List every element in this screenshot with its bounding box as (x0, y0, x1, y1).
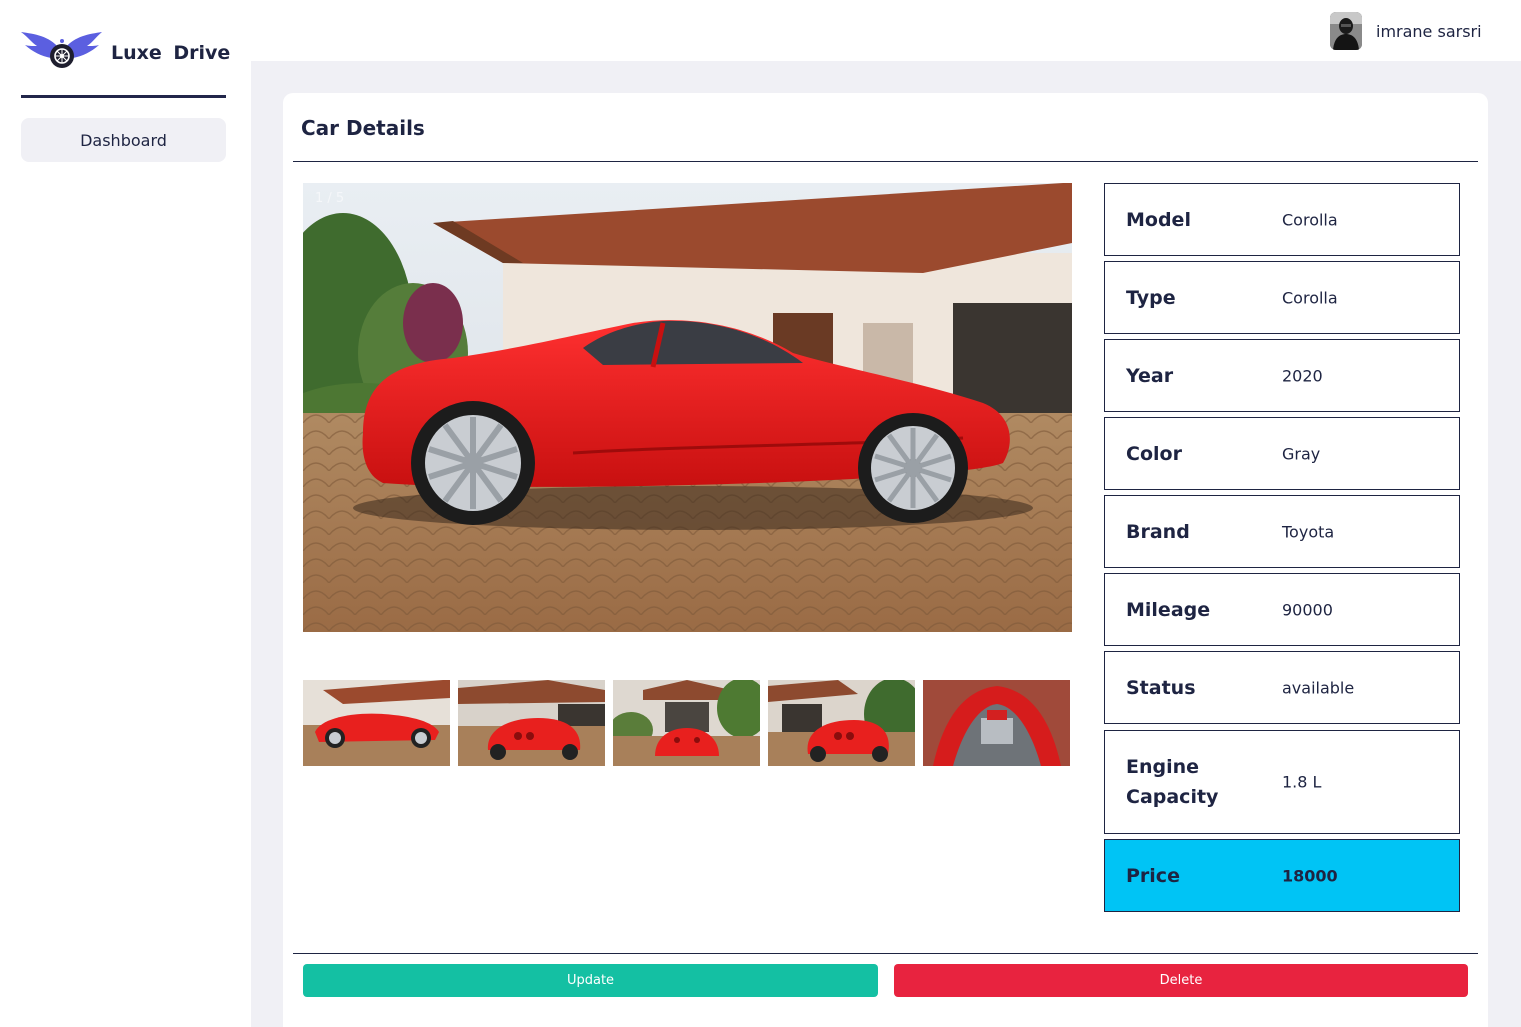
delete-button[interactable]: Delete (894, 964, 1468, 997)
detail-row-year: Year 2020 (1104, 339, 1460, 412)
thumbnail-rear-view[interactable] (613, 680, 760, 766)
thumbnail-image (923, 680, 1070, 766)
thumbnail-image (303, 680, 450, 766)
detail-value: 18000 (1282, 866, 1338, 885)
brand-name: Luxe Drive (111, 42, 231, 64)
detail-value: Gray (1282, 444, 1321, 463)
main-car-image[interactable]: 1 / 5 (303, 183, 1072, 632)
title-divider (293, 161, 1478, 162)
detail-row-mileage: Mileage 90000 (1104, 573, 1460, 646)
detail-label: Year (1126, 364, 1174, 387)
detail-row-type: Type Corolla (1104, 261, 1460, 334)
detail-label: Brand (1126, 520, 1190, 543)
detail-value: Corolla (1282, 210, 1338, 229)
detail-label: Engine Capacity (1126, 756, 1219, 808)
thumbnail-rear-right-view[interactable] (768, 680, 915, 766)
detail-row-model: Model Corolla (1104, 183, 1460, 256)
user-avatar[interactable] (1330, 12, 1362, 50)
update-button[interactable]: Update (303, 964, 878, 997)
brand-logo[interactable]: Luxe Drive (21, 26, 231, 76)
detail-label: Model (1126, 208, 1191, 231)
detail-row-engine-capacity: Engine Capacity 1.8 L (1104, 730, 1460, 834)
sidebar: Luxe Drive Dashboard (0, 0, 251, 1027)
thumbnail-engine-view[interactable] (923, 680, 1070, 766)
thumbnail-image (613, 680, 760, 766)
detail-label: Type (1126, 286, 1176, 309)
detail-label: Color (1126, 442, 1182, 465)
logo-divider (21, 95, 226, 98)
detail-label: Mileage (1126, 598, 1211, 621)
winged-wheel-icon (21, 32, 102, 68)
detail-row-price: Price 18000 (1104, 839, 1460, 912)
sidebar-item-label: Dashboard (80, 130, 167, 150)
thumbnail-image (458, 680, 605, 766)
thumbnail-rear-left-view[interactable] (458, 680, 605, 766)
detail-value: 2020 (1282, 366, 1323, 385)
sidebar-item-dashboard[interactable]: Dashboard (21, 118, 226, 162)
detail-row-brand: Brand Toyota (1104, 495, 1460, 568)
actions-divider (293, 953, 1478, 954)
avatar-image (1330, 12, 1362, 50)
car-photo (303, 183, 1072, 632)
detail-value: 90000 (1282, 600, 1333, 619)
detail-row-color: Color Gray (1104, 417, 1460, 490)
page-title: Car Details (301, 116, 425, 140)
image-counter: 1 / 5 (315, 191, 345, 206)
detail-value: available (1282, 678, 1355, 697)
detail-label: Status (1126, 676, 1196, 699)
detail-label: Price (1126, 864, 1180, 887)
thumbnail-image (768, 680, 915, 766)
detail-value: Corolla (1282, 288, 1338, 307)
detail-value: 1.8 L (1282, 772, 1322, 792)
detail-value: Toyota (1282, 522, 1335, 541)
user-name[interactable]: imrane sarsri (1376, 22, 1482, 41)
detail-row-status: Status available (1104, 651, 1460, 724)
thumbnail-side-view[interactable] (303, 680, 450, 766)
